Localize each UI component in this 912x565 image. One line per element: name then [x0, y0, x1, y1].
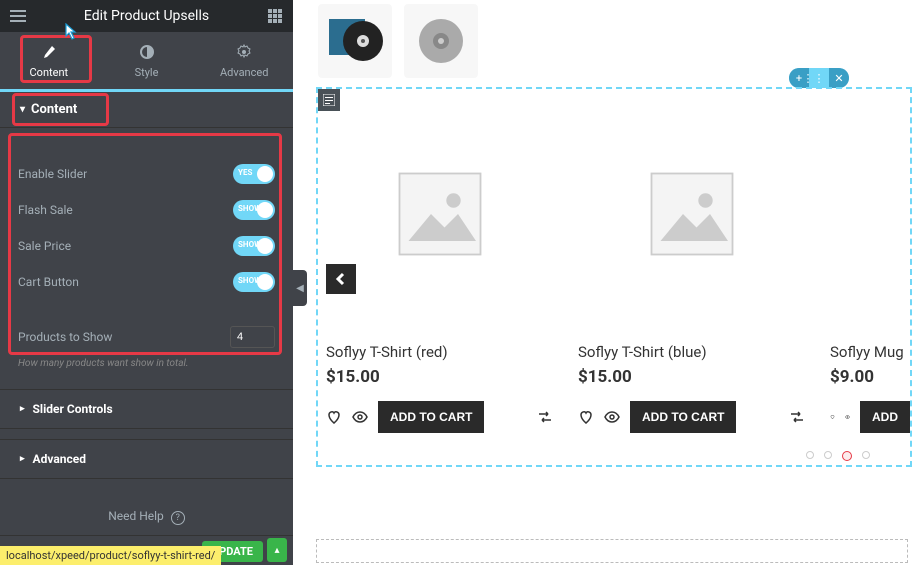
accordion-advanced[interactable]: ▸ Advanced [0, 439, 293, 479]
products-hint: How many products want show in total. [0, 356, 293, 379]
accordion-slider-controls[interactable]: ▸ Slider Controls [0, 389, 293, 429]
compare-icon[interactable] [536, 408, 554, 426]
page-title: Edit Product Upsells [84, 8, 209, 24]
tab-style[interactable]: Style [98, 32, 196, 89]
tab-content-label: Content [30, 66, 69, 79]
update-dropdown[interactable]: ▴ [267, 538, 287, 562]
menu-icon[interactable] [8, 6, 28, 26]
add-to-cart-button[interactable]: ADD TO CART [630, 401, 736, 433]
tab-advanced-label: Advanced [220, 66, 268, 79]
widget-close-button[interactable]: ✕ [829, 68, 849, 88]
product-card: Soflyy T-Shirt (blue) $15.00 ADD TO CART [578, 99, 806, 433]
product-price: $15.00 [326, 367, 554, 387]
tab-style-label: Style [135, 66, 159, 79]
compare-icon[interactable] [788, 408, 806, 426]
widgets-grid-icon[interactable] [265, 6, 285, 26]
slider-dot-active[interactable] [842, 451, 852, 461]
wishlist-heart-icon[interactable] [578, 409, 594, 425]
sale-price-toggle[interactable]: SHOW [233, 236, 275, 256]
wishlist-heart-icon[interactable] [830, 409, 835, 425]
widget-drag-handle[interactable]: ⋮⋮⋮ [809, 68, 829, 88]
product-image-placeholder [326, 99, 554, 329]
add-to-cart-button[interactable]: ADD [860, 401, 910, 433]
collapse-handle[interactable]: ◀ [293, 270, 307, 306]
products-to-show-label: Products to Show [18, 330, 112, 344]
caret-right-icon: ▸ [20, 404, 25, 414]
product-image-placeholder [578, 99, 806, 329]
slider-dot[interactable] [862, 451, 870, 459]
thumbnail-disc[interactable] [404, 4, 478, 78]
cart-button-toggle[interactable]: SHOW [233, 272, 275, 292]
widget-area[interactable]: Soflyy T-Shirt (red) $15.00 ADD TO CART … [316, 87, 912, 467]
add-to-cart-button[interactable]: ADD TO CART [378, 401, 484, 433]
status-url: localhost/xpeed/product/soflyy-t-shirt-r… [0, 546, 221, 565]
slider-dot[interactable] [824, 451, 832, 459]
widget-header: + ⋮⋮⋮ ✕ [789, 68, 849, 88]
product-price: $9.00 [830, 367, 910, 387]
product-card: Soflyy Mug $9.00 ADD [830, 99, 910, 433]
tab-content[interactable]: Content [0, 32, 98, 89]
quickview-eye-icon[interactable] [352, 409, 368, 425]
empty-section[interactable] [316, 539, 908, 563]
thumbnail-vinyl[interactable] [318, 4, 392, 78]
product-name: Soflyy Mug [830, 343, 910, 361]
cart-button-label: Cart Button [18, 275, 79, 289]
enable-slider-toggle[interactable]: YES [233, 164, 275, 184]
product-card: Soflyy T-Shirt (red) $15.00 ADD TO CART [326, 99, 554, 433]
slider-prev-button[interactable] [326, 264, 356, 294]
caret-down-icon: ▾ [20, 104, 25, 115]
product-name: Soflyy T-Shirt (blue) [578, 343, 806, 361]
tab-advanced[interactable]: Advanced [195, 32, 293, 89]
slider-controls-label: Slider Controls [33, 402, 113, 416]
caret-right-icon: ▸ [20, 454, 25, 464]
quickview-eye-icon[interactable] [604, 409, 620, 425]
enable-slider-label: Enable Slider [18, 167, 87, 181]
product-price: $15.00 [578, 367, 806, 387]
product-image-placeholder [830, 99, 910, 329]
products-to-show-input[interactable] [230, 326, 275, 348]
flash-sale-label: Flash Sale [18, 203, 73, 217]
section-content-header[interactable]: ▾ Content [0, 92, 293, 128]
section-content-label: Content [31, 102, 77, 117]
widget-edit-handle[interactable] [318, 89, 340, 111]
help-icon: ? [171, 511, 185, 525]
slider-dots [806, 451, 870, 461]
sale-price-label: Sale Price [18, 239, 71, 253]
accordion-advanced-label: Advanced [33, 452, 86, 466]
flash-sale-toggle[interactable]: SHOW [233, 200, 275, 220]
quickview-eye-icon[interactable] [845, 409, 850, 425]
product-name: Soflyy T-Shirt (red) [326, 343, 554, 361]
slider-dot[interactable] [806, 451, 814, 459]
wishlist-heart-icon[interactable] [326, 409, 342, 425]
